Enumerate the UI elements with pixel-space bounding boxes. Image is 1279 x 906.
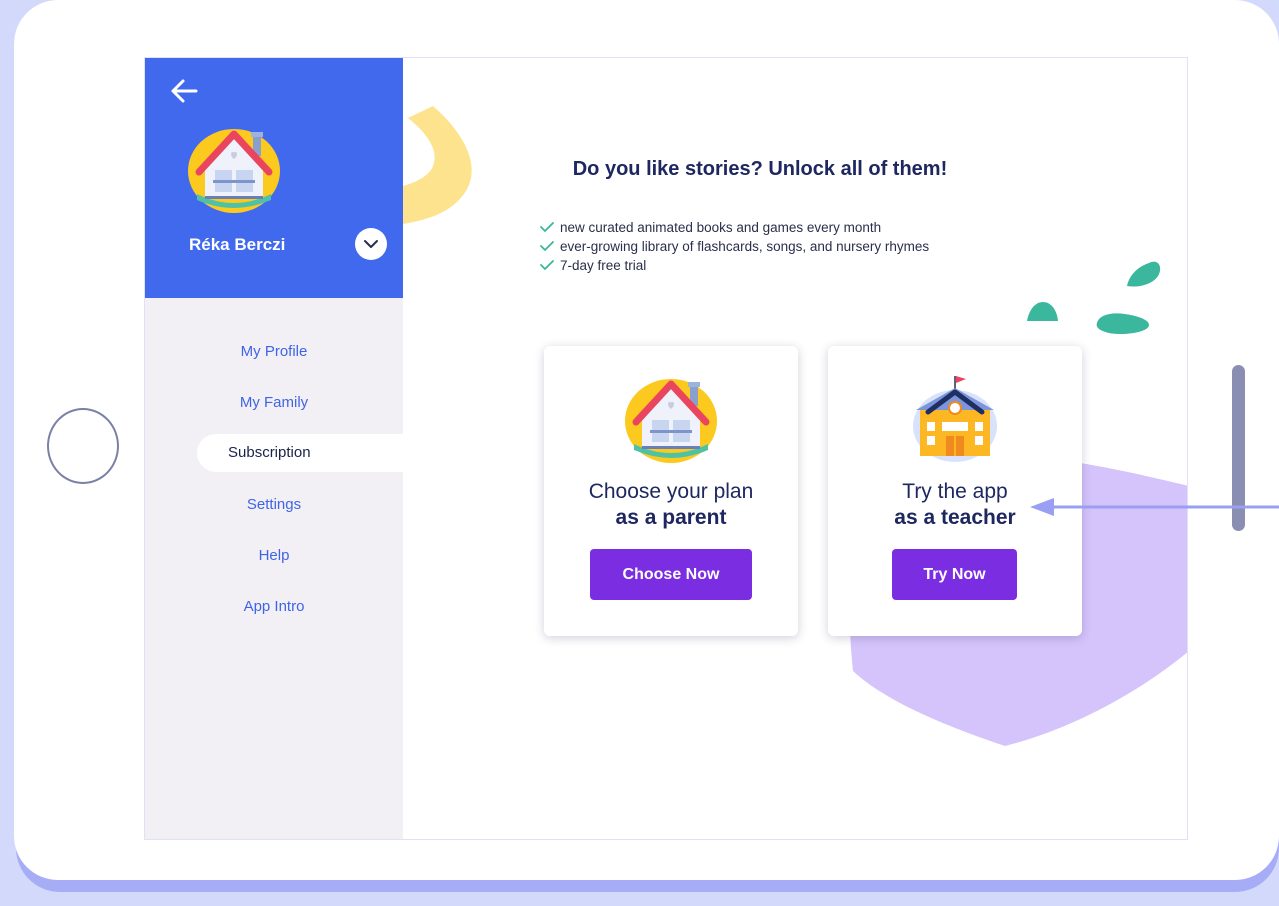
back-arrow-icon[interactable] bbox=[169, 78, 199, 104]
house-icon bbox=[625, 379, 717, 463]
parent-plan-card: Choose your plan as a parent Choose Now bbox=[544, 346, 798, 636]
feature-item: ever-growing library of flashcards, song… bbox=[540, 237, 929, 256]
sidebar-item-my-profile[interactable]: My Profile bbox=[145, 326, 403, 377]
sidebar-item-help[interactable]: Help bbox=[145, 530, 403, 581]
page-headline: Do you like stories? Unlock all of them! bbox=[572, 158, 948, 180]
user-name: Réka Berczi bbox=[189, 235, 286, 254]
try-now-button[interactable]: Try Now bbox=[892, 549, 1017, 600]
yellow-arc-decoration bbox=[403, 106, 472, 224]
feature-item: 7-day free trial bbox=[540, 256, 929, 275]
card-title-line1: Choose your plan bbox=[588, 480, 754, 503]
card-title-line2: as a parent bbox=[615, 506, 727, 529]
school-icon bbox=[913, 376, 997, 462]
feature-item: new curated animated books and games eve… bbox=[540, 218, 929, 237]
sidebar: Réka Berczi My Profile My Family Subscri… bbox=[145, 58, 403, 839]
teacher-trial-card: Try the app as a teacher Try Now bbox=[828, 346, 1082, 636]
sidebar-header: Réka Berczi bbox=[145, 58, 403, 298]
feature-text: ever-growing library of flashcards, song… bbox=[560, 239, 930, 254]
sidebar-nav: My Profile My Family Subscription Settin… bbox=[145, 326, 403, 632]
sidebar-item-my-family[interactable]: My Family bbox=[145, 377, 403, 428]
choose-now-button[interactable]: Choose Now bbox=[590, 549, 752, 600]
check-icon bbox=[540, 241, 554, 251]
feature-text: new curated animated books and games eve… bbox=[560, 220, 882, 235]
teal-blob-decoration bbox=[1027, 261, 1161, 335]
sidebar-item-subscription[interactable]: Subscription bbox=[197, 434, 403, 472]
feature-list: new curated animated books and games eve… bbox=[540, 218, 929, 275]
house-avatar-icon bbox=[188, 129, 280, 213]
sidebar-item-settings[interactable]: Settings bbox=[145, 479, 403, 530]
app-screen: Réka Berczi My Profile My Family Subscri… bbox=[144, 57, 1188, 840]
chevron-down-icon bbox=[364, 240, 378, 248]
home-button[interactable] bbox=[47, 408, 119, 484]
check-icon bbox=[540, 260, 554, 270]
sidebar-item-app-intro[interactable]: App Intro bbox=[145, 581, 403, 632]
account-dropdown-button[interactable] bbox=[355, 228, 387, 260]
pointer-arrow-icon bbox=[1030, 498, 1279, 516]
feature-text: 7-day free trial bbox=[560, 258, 647, 273]
check-icon bbox=[540, 222, 554, 232]
